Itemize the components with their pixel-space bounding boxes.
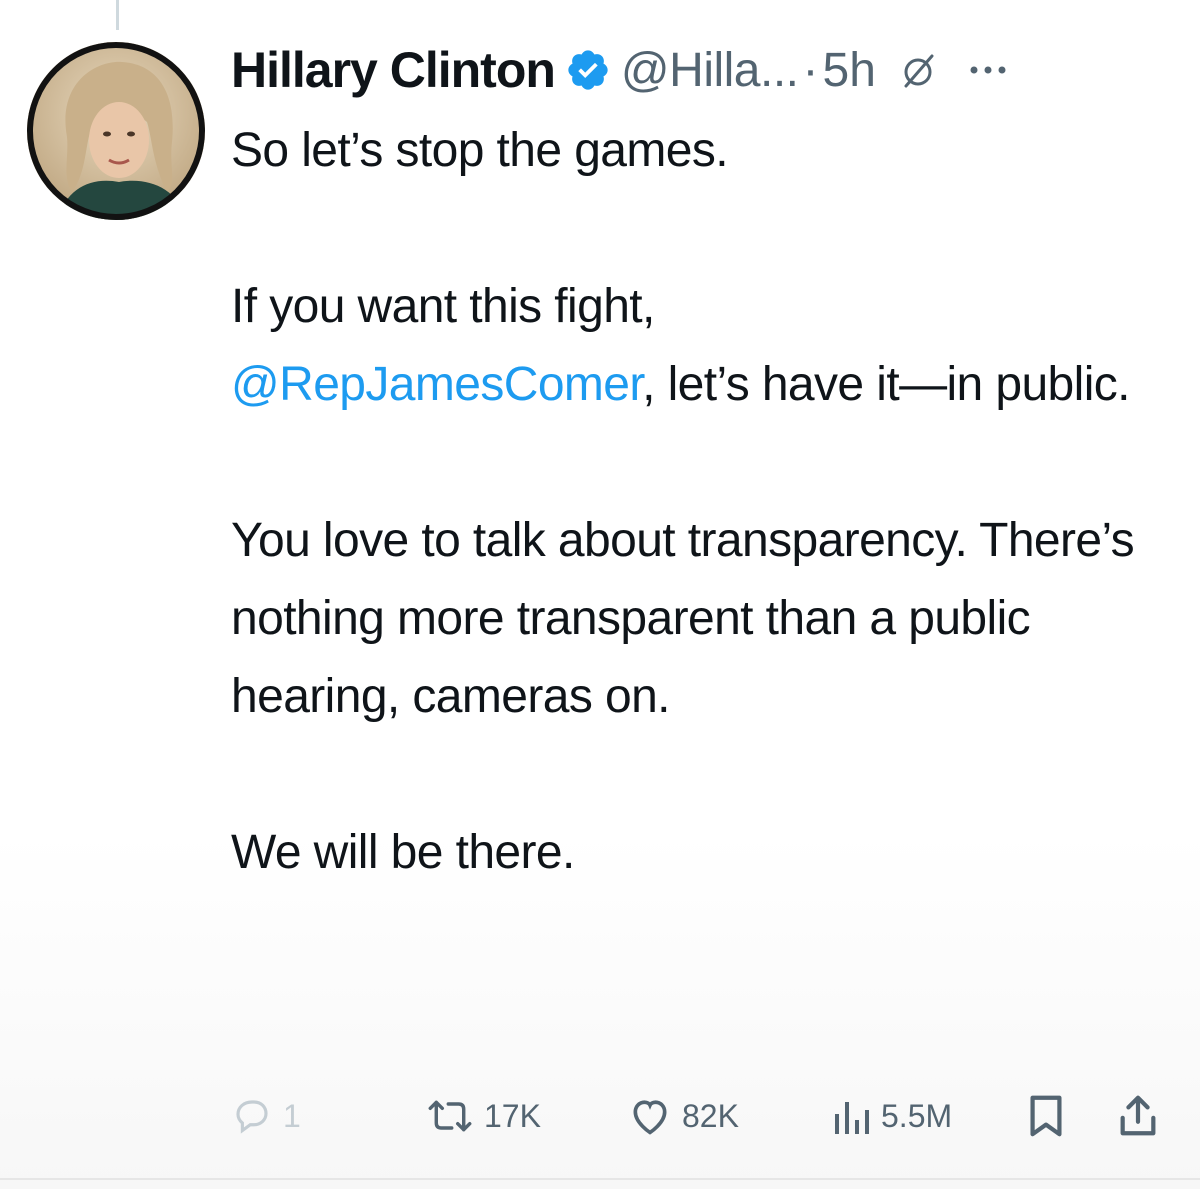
bookmark-icon: [1026, 1093, 1066, 1139]
reply-button[interactable]: 1: [231, 1088, 301, 1144]
tweet-paragraph: You love to talk about transparency. The…: [231, 514, 1135, 723]
tweet-text-segment: If you want this fight,: [231, 280, 655, 333]
tweet-card[interactable]: Hillary Clinton @Hilla... · 5h So let’s …: [0, 0, 1200, 1189]
like-button[interactable]: 82K: [628, 1088, 739, 1144]
reply-count: 1: [283, 1097, 301, 1134]
repost-icon: [426, 1095, 474, 1137]
separator-dot: ·: [802, 43, 819, 97]
share-icon: [1116, 1093, 1160, 1139]
thread-line: [116, 0, 119, 30]
repost-count: 17K: [484, 1097, 541, 1134]
grok-icon[interactable]: [898, 50, 938, 90]
tweet-actions: 1 17K 82K 5.5M: [231, 1088, 1181, 1144]
views-count: 5.5M: [881, 1097, 953, 1134]
more-icon[interactable]: [968, 60, 1008, 80]
tweet-text: So let’s stop the games. If you want thi…: [231, 112, 1161, 892]
bookmark-button[interactable]: [1026, 1088, 1066, 1144]
display-name[interactable]: Hillary Clinton: [231, 41, 556, 99]
handle[interactable]: @Hilla...: [621, 43, 799, 98]
tweet-header: Hillary Clinton @Hilla... · 5h: [231, 36, 1180, 104]
verified-badge-icon: [565, 47, 611, 93]
heart-icon: [628, 1095, 672, 1137]
timestamp[interactable]: 5h: [823, 43, 876, 98]
share-button[interactable]: [1116, 1088, 1160, 1144]
tweet-content: Hillary Clinton @Hilla... · 5h So let’s …: [231, 36, 1180, 892]
tweet-paragraph: We will be there.: [231, 826, 575, 879]
avatar[interactable]: [27, 42, 205, 220]
tweet-text-segment: , let’s have it—in public.: [642, 358, 1130, 411]
mention-link[interactable]: @RepJamesComer: [231, 358, 643, 411]
reply-icon: [231, 1095, 273, 1137]
repost-button[interactable]: 17K: [426, 1088, 541, 1144]
divider: [0, 1178, 1200, 1180]
tweet-paragraph: So let’s stop the games.: [231, 124, 729, 177]
views-button[interactable]: 5.5M: [831, 1088, 952, 1144]
views-chart-icon: [831, 1096, 871, 1136]
like-count: 82K: [682, 1097, 739, 1134]
tweet-paragraph: If you want this fight, @RepJamesComer, l…: [231, 268, 1161, 424]
